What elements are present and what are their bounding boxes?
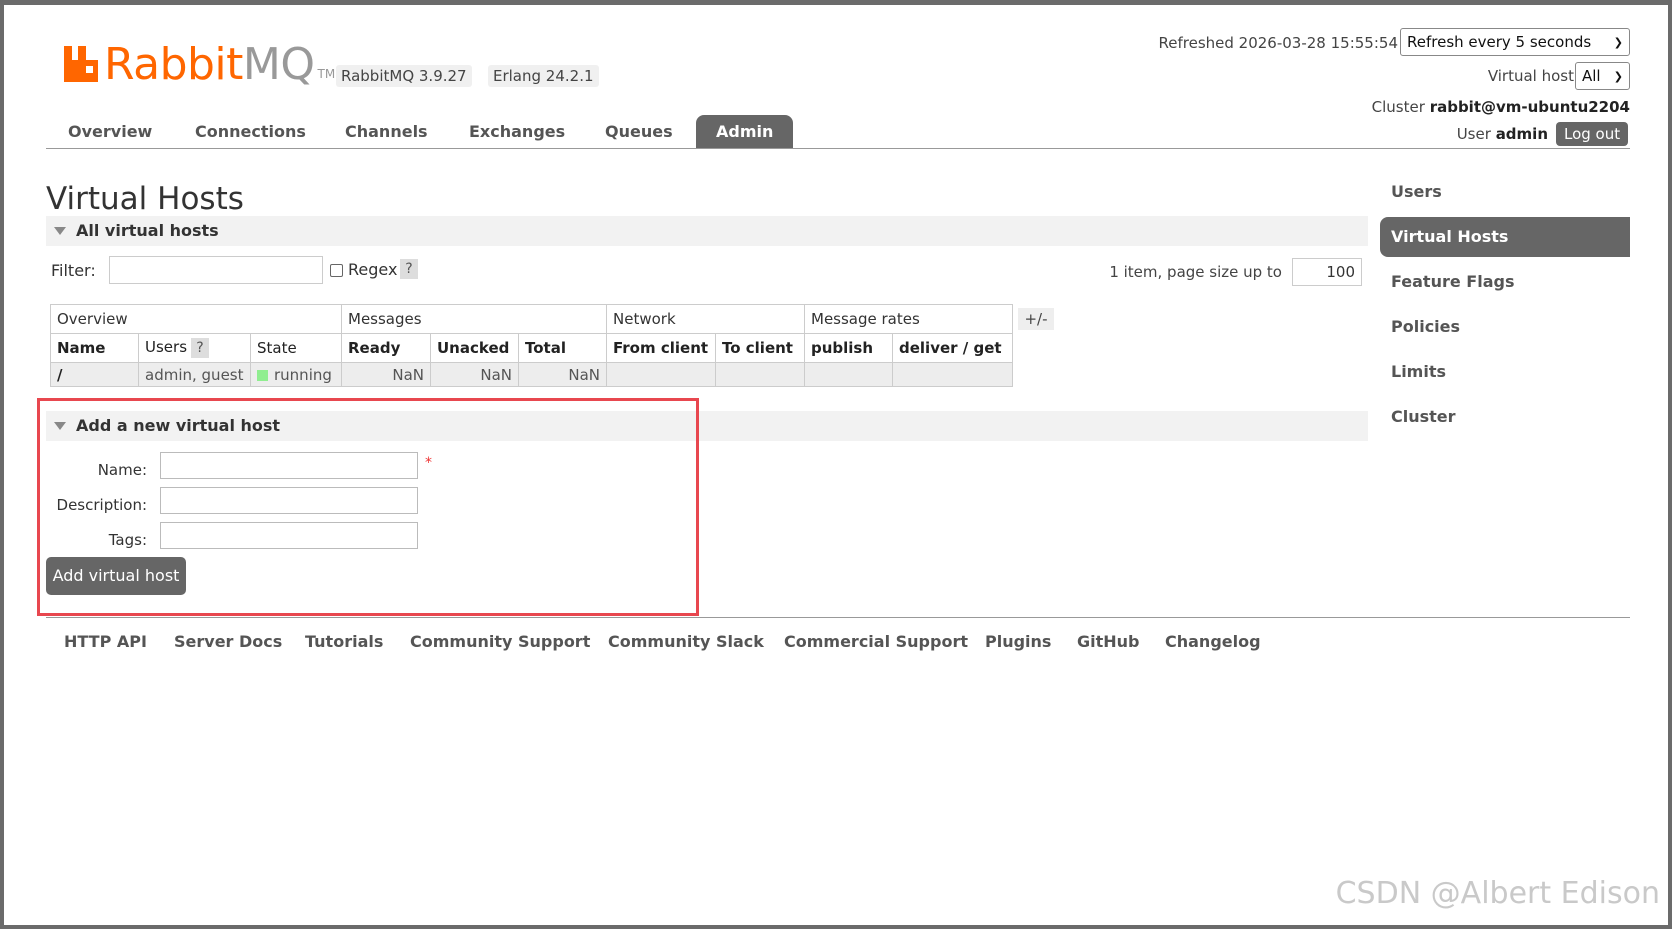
group-header-network: Network xyxy=(606,304,805,334)
rabbitmq-logo[interactable]: RabbitMQ TM xyxy=(64,37,335,87)
collapse-triangle-icon xyxy=(54,227,66,235)
col-users[interactable]: Users? xyxy=(138,333,251,363)
sidebar-item-virtual-hosts[interactable]: Virtual Hosts xyxy=(1380,217,1630,257)
erlang-version-badge: Erlang 24.2.1 xyxy=(488,65,599,87)
col-name[interactable]: Name xyxy=(50,333,139,363)
footer-divider xyxy=(46,617,1630,618)
watermark-text: CSDN @Albert Edison xyxy=(1335,876,1660,911)
sidebar-item-users[interactable]: Users xyxy=(1380,172,1630,212)
vhost-selector-value: All xyxy=(1582,67,1601,85)
cell-from-client xyxy=(606,362,716,387)
virtual-hosts-table: Overview Messages Network Message rates … xyxy=(50,304,1013,387)
user-name: admin xyxy=(1495,125,1548,143)
logo-trademark: TM xyxy=(317,67,336,81)
refresh-interval-select[interactable]: Refresh every 5 seconds ❯ xyxy=(1400,28,1630,56)
col-total[interactable]: Total xyxy=(518,333,607,363)
sidebar-item-policies[interactable]: Policies xyxy=(1380,307,1630,347)
col-state[interactable]: State xyxy=(250,333,342,363)
footer-link-tutorials[interactable]: Tutorials xyxy=(305,632,383,651)
table-group-header: Overview Messages Network Message rates xyxy=(50,304,1013,334)
regex-help-icon[interactable]: ? xyxy=(400,259,418,279)
cell-state: running xyxy=(250,362,342,387)
page-title: Virtual Hosts xyxy=(46,181,244,217)
vhost-name-link[interactable]: / xyxy=(50,362,139,387)
highlight-annotation-box xyxy=(37,398,699,616)
browser-viewport: RabbitMQ TM RabbitMQ 3.9.27 Erlang 24.2.… xyxy=(4,5,1668,925)
cell-unacked: NaN xyxy=(430,362,519,387)
group-header-overview: Overview xyxy=(50,304,342,334)
cell-users: admin, guest xyxy=(138,362,251,387)
sidebar-item-cluster[interactable]: Cluster xyxy=(1380,397,1630,437)
footer-link-community-support[interactable]: Community Support xyxy=(410,632,590,651)
cell-total: NaN xyxy=(518,362,607,387)
tabs-divider xyxy=(46,148,1630,149)
group-header-messages: Messages xyxy=(341,304,607,334)
users-help-icon[interactable]: ? xyxy=(191,338,210,358)
table-column-header: Name Users? State Ready Unacked Total Fr… xyxy=(50,333,1013,363)
col-ready[interactable]: Ready xyxy=(341,333,431,363)
logout-button[interactable]: Log out xyxy=(1556,122,1629,146)
footer-link-community-slack[interactable]: Community Slack xyxy=(608,632,764,651)
user-label: User xyxy=(1456,125,1491,143)
tab-admin[interactable]: Admin xyxy=(696,115,794,148)
cluster-info: Cluster rabbit@vm-ubuntu2204 xyxy=(1372,93,1630,121)
sidebar-item-limits[interactable]: Limits xyxy=(1380,352,1630,392)
cell-publish xyxy=(804,362,893,387)
tab-queues[interactable]: Queues xyxy=(585,115,693,148)
chevron-down-icon: ❯ xyxy=(1613,35,1623,49)
user-info: User admin xyxy=(1457,120,1548,148)
section-title: All virtual hosts xyxy=(76,221,219,240)
cell-ready: NaN xyxy=(341,362,431,387)
cluster-name: rabbit@vm-ubuntu2204 xyxy=(1429,98,1630,116)
col-to-client[interactable]: To client xyxy=(715,333,805,363)
cluster-label: Cluster xyxy=(1371,98,1425,116)
group-header-message-rates: Message rates xyxy=(804,304,1013,334)
tab-exchanges[interactable]: Exchanges xyxy=(449,115,585,148)
footer-link-commercial-support[interactable]: Commercial Support xyxy=(784,632,968,651)
footer-link-http-api[interactable]: HTTP API xyxy=(64,632,147,651)
vhost-selector[interactable]: All ❯ xyxy=(1575,62,1630,90)
paging-text: 1 item, page size up to xyxy=(1109,263,1282,281)
chevron-down-icon: ❯ xyxy=(1613,69,1623,83)
col-unacked[interactable]: Unacked xyxy=(430,333,519,363)
col-from-client[interactable]: From client xyxy=(606,333,716,363)
col-deliver-get[interactable]: deliver / get xyxy=(892,333,1013,363)
cell-to-client xyxy=(715,362,805,387)
footer-link-changelog[interactable]: Changelog xyxy=(1165,632,1261,651)
footer-link-server-docs[interactable]: Server Docs xyxy=(174,632,282,651)
tab-overview[interactable]: Overview xyxy=(48,115,172,148)
sidebar-item-feature-flags[interactable]: Feature Flags xyxy=(1380,262,1630,302)
cell-deliver-get xyxy=(892,362,1013,387)
tab-channels[interactable]: Channels xyxy=(325,115,448,148)
page-size-input[interactable]: 100 xyxy=(1292,258,1362,286)
filter-label: Filter: xyxy=(51,261,96,280)
state-running-indicator xyxy=(257,369,268,381)
vhost-selector-label: Virtual host xyxy=(1487,67,1574,85)
rabbitmq-version-badge: RabbitMQ 3.9.27 xyxy=(336,65,472,87)
footer-link-github[interactable]: GitHub xyxy=(1077,632,1140,651)
regex-checkbox[interactable] xyxy=(330,264,343,277)
footer-link-plugins[interactable]: Plugins xyxy=(985,632,1051,651)
col-publish[interactable]: publish xyxy=(804,333,893,363)
columns-toggle-button[interactable]: +/- xyxy=(1018,308,1054,330)
refresh-interval-value: Refresh every 5 seconds xyxy=(1407,33,1592,51)
logo-text: RabbitMQ xyxy=(104,39,315,90)
refreshed-timestamp: Refreshed 2026-03-28 15:55:54 xyxy=(1158,34,1398,52)
filter-input[interactable] xyxy=(109,256,323,284)
regex-label: Regex xyxy=(348,260,398,279)
table-row[interactable]: / admin, guest running NaN NaN NaN xyxy=(50,362,1013,387)
section-all-virtual-hosts[interactable]: All virtual hosts xyxy=(46,216,1368,246)
tab-connections[interactable]: Connections xyxy=(175,115,326,148)
rabbit-logo-icon xyxy=(64,46,100,82)
